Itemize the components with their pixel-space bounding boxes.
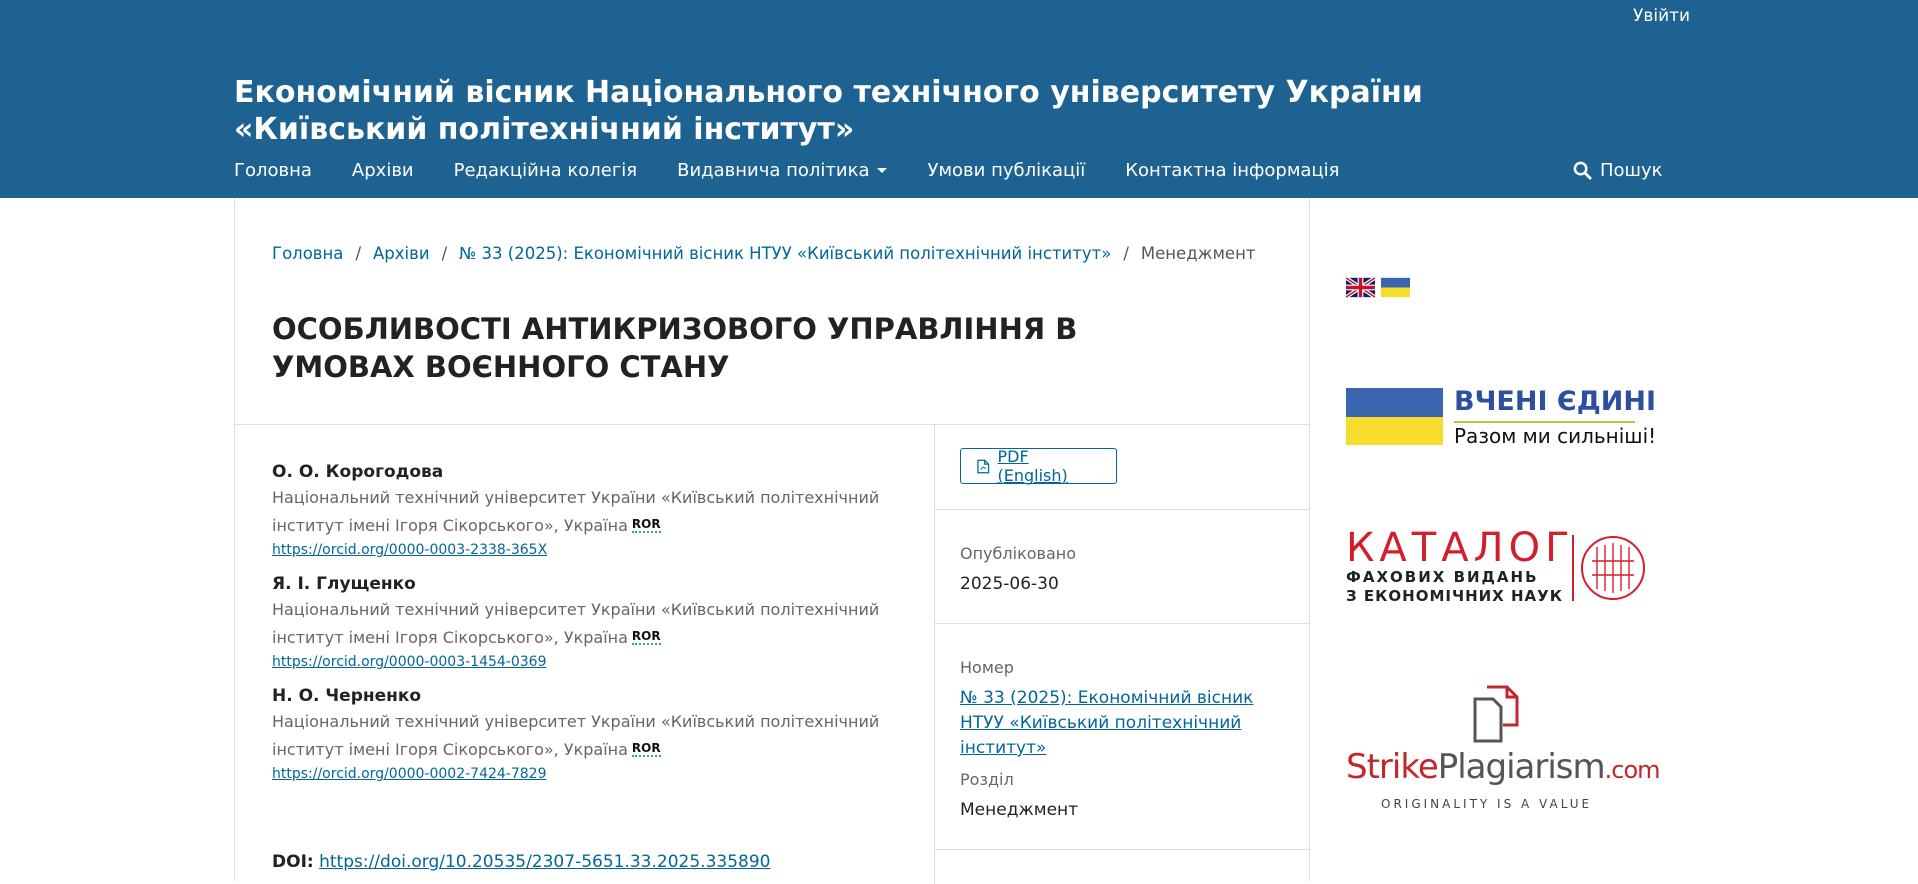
author-entry: Н. О. Черненко Національний технічний ун…	[272, 684, 882, 784]
login-link[interactable]: Увійти	[1633, 6, 1690, 26]
strikeplagiarism-logo[interactable]: StrikePlagiarism.com ORIGINALITY IS A VA…	[1346, 685, 1661, 815]
divider	[935, 849, 1309, 850]
pdf-button-label: PDF (English)	[997, 447, 1068, 485]
pdf-download-button[interactable]: PDF (English)	[960, 447, 1117, 485]
caret-down-icon	[877, 168, 888, 173]
published-label: Опубліковано	[960, 544, 1076, 563]
author-affiliation: Національний технічний університет Украї…	[272, 484, 882, 540]
affiliation-text: Національний технічний університет Украї…	[272, 600, 880, 647]
ukraine-flag-icon[interactable]	[1381, 277, 1410, 298]
nav-item-home[interactable]: Головна	[234, 160, 312, 181]
divider	[935, 509, 1309, 510]
document-icon	[1473, 685, 1519, 743]
catalog-emblem-icon	[1572, 535, 1645, 601]
nav-item-archives[interactable]: Архіви	[352, 160, 414, 181]
author-entry: О. О. Корогодова Національний технічний …	[272, 460, 882, 560]
banner-flag-blue	[1346, 388, 1443, 417]
banner-title: ВЧЕНІ ЄДИНІ	[1454, 386, 1656, 417]
nav-item-editorial-board[interactable]: Редакційна колегія	[454, 160, 638, 181]
author-name: Н. О. Черненко	[272, 686, 422, 706]
strike-word-2: Plagiarism	[1437, 747, 1606, 787]
nav-item-contact[interactable]: Контактна інформація	[1125, 160, 1339, 181]
breadcrumb-separator: /	[1123, 244, 1129, 263]
breadcrumb-archives[interactable]: Архіви	[373, 244, 430, 263]
ror-icon[interactable]: ROR	[631, 630, 661, 645]
site-header: Увійти Економічний вісник Національного …	[0, 0, 1918, 198]
author-affiliation: Національний технічний університет Украї…	[272, 596, 882, 652]
catalog-title: КАТАЛОГ	[1346, 525, 1575, 571]
main-content: Головна / Архіви / № 33 (2025): Економічний …	[234, 198, 1310, 884]
author-name: О. О. Корогодова	[272, 462, 444, 482]
breadcrumb: Головна / Архіви / № 33 (2025): Економічний …	[272, 244, 1255, 263]
section-label: Розділ	[960, 770, 1014, 789]
strike-word-1: Strike	[1346, 747, 1439, 787]
search-icon	[1573, 161, 1592, 180]
affiliation-text: Національний технічний університет Украї…	[272, 712, 880, 759]
divider	[934, 424, 935, 884]
doi-label: DOI:	[272, 852, 314, 872]
nav-item-publishing-policy-label: Видавнича політика	[677, 160, 870, 181]
ror-icon[interactable]: ROR	[631, 518, 661, 533]
doi: DOI: https://doi.org/10.20535/2307-5651.…	[272, 852, 770, 872]
nav-item-publishing-policy[interactable]: Видавнича політика	[677, 160, 888, 181]
ror-icon[interactable]: ROR	[631, 742, 661, 757]
breadcrumb-home[interactable]: Головна	[272, 244, 343, 263]
divider	[235, 424, 1309, 425]
uk-flag-icon[interactable]	[1346, 277, 1375, 298]
published-date: 2025-06-30	[960, 574, 1059, 594]
issue-link[interactable]: № 33 (2025): Економічний вісник НТУУ «Ки…	[960, 686, 1290, 761]
nav-item-publication-terms[interactable]: Умови публікації	[927, 160, 1085, 181]
issue-label: Номер	[960, 658, 1014, 677]
banner-underline	[1454, 421, 1635, 423]
pdf-file-icon	[977, 459, 990, 473]
search-link[interactable]: Пошук	[1573, 160, 1663, 181]
breadcrumb-separator: /	[355, 244, 361, 263]
author-name: Я. І. Глущенко	[272, 574, 416, 594]
search-label: Пошук	[1600, 160, 1663, 181]
banner-flag-yellow	[1346, 417, 1443, 445]
orcid-link[interactable]: https://orcid.org/0000-0002-7424-7829	[272, 764, 882, 784]
scientists-united-banner[interactable]: ВЧЕНІ ЄДИНІ Разом ми сильніші!	[1346, 386, 1656, 460]
breadcrumb-current: Менеджмент	[1140, 244, 1256, 263]
orcid-link[interactable]: https://orcid.org/0000-0003-1454-0369	[272, 652, 882, 672]
article-title: ОСОБЛИВОСТІ АНТИКРИЗОВОГО УПРАВЛІННЯ В У…	[272, 312, 1078, 384]
strike-tagline: ORIGINALITY IS A VALUE	[1381, 797, 1593, 811]
author-entry: Я. І. Глущенко Національний технічний ун…	[272, 572, 882, 672]
divider	[935, 623, 1309, 624]
authors-list: О. О. Корогодова Національний технічний …	[272, 460, 882, 796]
breadcrumb-issue[interactable]: № 33 (2025): Економічний вісник НТУУ «Ки…	[459, 244, 1111, 263]
author-affiliation: Національний технічний університет Украї…	[272, 708, 882, 764]
catalog-subtitle-1: ФАХОВИХ ВИДАНЬ	[1346, 568, 1539, 586]
breadcrumb-separator: /	[441, 244, 448, 263]
section-value: Менеджмент	[960, 800, 1079, 820]
affiliation-text: Національний технічний університет Украї…	[272, 488, 880, 535]
site-title[interactable]: Економічний вісник Національного технічн…	[234, 74, 1564, 148]
strike-word-3: .com	[1604, 756, 1661, 784]
main-nav: Головна Архіви Редакційна колегія Видавн…	[234, 160, 1380, 181]
economic-catalog-logo[interactable]: КАТАЛОГ ФАХОВИХ ВИДАНЬ З ЕКОНОМІЧНИХ НАУ…	[1346, 525, 1646, 605]
banner-subtitle: Разом ми сильніші!	[1454, 424, 1657, 448]
doi-link[interactable]: https://doi.org/10.20535/2307-5651.33.20…	[319, 852, 770, 872]
orcid-link[interactable]: https://orcid.org/0000-0003-2338-365X	[272, 540, 882, 560]
strike-wordmark: StrikePlagiarism.com	[1346, 747, 1661, 787]
catalog-subtitle-2: З ЕКОНОМІЧНИХ НАУК	[1346, 587, 1563, 605]
